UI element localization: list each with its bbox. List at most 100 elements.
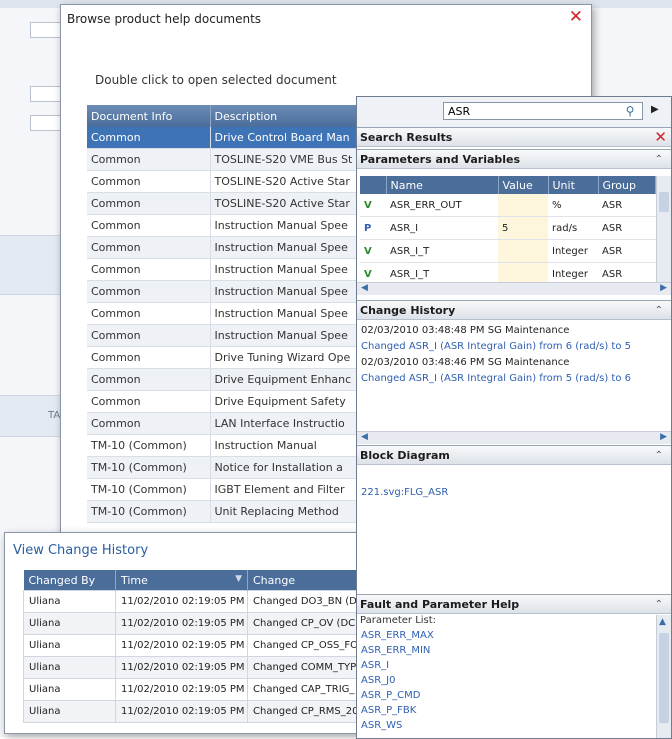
description-cell: TOSLINE-S20 VME Bus St — [210, 148, 377, 171]
parameter-list-item[interactable]: ASR_WS — [361, 720, 402, 731]
time-cell: 11/02/2010 02:19:05 PM — [115, 700, 248, 723]
document-info-cell: Common — [87, 368, 211, 391]
document-info-cell: Common — [87, 280, 211, 303]
scroll-left-icon[interactable]: ◀ — [361, 432, 368, 442]
double-chevron-up-icon[interactable]: ⌃ — [655, 150, 663, 170]
time-cell: 11/02/2010 02:19:05 PM — [115, 612, 248, 635]
scroll-up-icon[interactable]: ▲ — [659, 617, 666, 627]
search-input[interactable] — [443, 102, 643, 120]
background-tab[interactable]: TA — [48, 410, 60, 421]
parameter-value-cell[interactable] — [498, 239, 548, 263]
fault-help-header[interactable]: Fault and Parameter Help ⌃ — [357, 594, 671, 614]
description-cell: Instruction Manual Spee — [210, 324, 377, 347]
description-cell: Instruction Manual Spee — [210, 302, 377, 325]
double-chevron-up-icon[interactable]: ⌃ — [655, 595, 663, 615]
parameter-list-scrollbar[interactable]: ▲ — [656, 615, 671, 738]
change-history-header[interactable]: Change History ⌃ — [357, 300, 671, 320]
parameter-list-item[interactable]: ASR_P_CMD — [361, 690, 420, 701]
scroll-left-icon[interactable]: ◀ — [361, 283, 368, 293]
document-row[interactable]: Common Drive Control Board Man — [87, 127, 377, 149]
close-icon[interactable]: ✕ — [654, 127, 667, 147]
change-row[interactable]: Uliana 11/02/2010 02:19:05 PM Changed COMM… — [23, 656, 367, 679]
column-header-unit[interactable]: Unit — [548, 176, 599, 194]
document-row[interactable]: Common Drive Equipment Enhanc — [87, 368, 377, 391]
parameter-list-item[interactable]: ASR_P_FBK — [361, 705, 416, 716]
parameters-horizontal-scrollbar[interactable]: ◀ ▶ — [357, 282, 671, 295]
document-row[interactable]: Common Drive Equipment Safety — [87, 390, 377, 413]
scrollbar-thumb[interactable] — [659, 633, 669, 723]
change-row[interactable]: Uliana 11/02/2010 02:19:05 PM Changed CP_O… — [23, 612, 367, 635]
play-arrow-icon[interactable]: ▶ — [651, 104, 659, 115]
column-header-name[interactable]: Name — [386, 176, 499, 194]
parameter-type-cell: V — [360, 194, 386, 217]
change-row[interactable]: Uliana 11/02/2010 02:19:05 PM Changed CP_O… — [23, 634, 367, 657]
parameter-row[interactable]: P ASR_I 5 rad/s ASR — [360, 216, 656, 240]
scroll-right-icon[interactable]: ▶ — [660, 432, 667, 442]
double-chevron-up-icon[interactable]: ⌃ — [655, 301, 663, 321]
close-icon[interactable]: ✕ — [569, 9, 583, 26]
column-header-time[interactable]: Time ▼ — [115, 570, 248, 591]
dialog-hint: Double click to open selected document — [95, 73, 337, 87]
history-change-text[interactable]: Changed ASR_I (ASR Integral Gain) from 6… — [361, 341, 631, 352]
document-row[interactable]: TM-10 (Common) Notice for Installation a — [87, 456, 377, 479]
dialog-title: Browse product help documents — [67, 12, 262, 26]
document-row[interactable]: Common TOSLINE-S20 Active Star — [87, 192, 377, 215]
column-header-changed-by[interactable]: Changed By — [23, 570, 116, 591]
document-row[interactable]: Common Drive Tuning Wizard Ope — [87, 346, 377, 369]
parameter-value-cell[interactable] — [498, 194, 548, 217]
document-row[interactable]: Common Instruction Manual Spee — [87, 280, 377, 303]
column-header-value[interactable]: Value — [498, 176, 549, 194]
column-header-description[interactable]: Description — [210, 105, 377, 127]
change-cell: Changed CAP_TRIG_ — [247, 678, 367, 701]
document-row[interactable]: Common Instruction Manual Spee — [87, 214, 377, 237]
document-row[interactable]: TM-10 (Common) IGBT Element and Filter — [87, 478, 377, 501]
parameter-list-item[interactable]: ASR_J0 — [361, 675, 395, 686]
time-cell: 11/02/2010 02:19:05 PM — [115, 590, 248, 613]
document-row[interactable]: Common Instruction Manual Spee — [87, 258, 377, 281]
changed-by-cell: Uliana — [23, 634, 116, 657]
history-change-text[interactable]: Changed ASR_I (ASR Integral Gain) from 5… — [361, 373, 631, 384]
changed-by-cell: Uliana — [23, 700, 116, 723]
parameter-value-cell[interactable]: 5 — [498, 216, 548, 240]
document-info-cell: TM-10 (Common) — [87, 434, 211, 457]
document-row[interactable]: TM-10 (Common) Unit Replacing Method — [87, 500, 377, 523]
section-title: Fault and Parameter Help — [360, 598, 520, 611]
search-results-header: Search Results ✕ — [357, 127, 671, 147]
scrollbar-thumb[interactable] — [659, 192, 669, 212]
description-cell: Drive Tuning Wizard Ope — [210, 346, 377, 369]
change-row[interactable]: Uliana 11/02/2010 02:19:05 PM Changed CAP_… — [23, 678, 367, 701]
column-header-document-info[interactable]: Document Info — [87, 105, 211, 127]
document-row[interactable]: Common LAN Interface Instructio — [87, 412, 377, 435]
parameters-header[interactable]: Parameters and Variables ⌃ — [357, 149, 671, 169]
double-chevron-up-icon[interactable]: ⌃ — [655, 446, 663, 466]
parameter-row[interactable]: V ASR_ERR_OUT% ASR — [360, 194, 656, 217]
history-horizontal-scrollbar[interactable]: ◀ ▶ — [357, 431, 671, 444]
column-header-group[interactable]: Group — [598, 176, 656, 194]
parameter-list-item[interactable]: ASR_I — [361, 660, 389, 671]
parameter-name-cell: ASR_I_T — [386, 239, 498, 263]
description-cell: Instruction Manual Spee — [210, 258, 377, 281]
magnifier-icon[interactable]: ⚲ — [619, 104, 641, 118]
change-row[interactable]: Uliana 11/02/2010 02:19:05 PM Changed DO3_… — [23, 590, 367, 613]
description-cell: Instruction Manual — [210, 434, 377, 457]
document-row[interactable]: Common TOSLINE-S20 Active Star — [87, 170, 377, 193]
column-header-change[interactable]: Change — [247, 570, 367, 591]
parameters-vertical-scrollbar[interactable] — [656, 176, 671, 284]
sort-down-icon[interactable]: ▼ — [235, 574, 242, 584]
block-diagram-link[interactable]: 221.svg:FLG_ASR — [361, 487, 448, 498]
parameter-row[interactable]: V ASR_I_T Integer ASR — [360, 239, 656, 263]
change-row[interactable]: Uliana 11/02/2010 02:19:05 PM Changed CP_R… — [23, 700, 367, 723]
parameter-list-item[interactable]: ASR_ERR_MIN — [361, 645, 430, 656]
time-cell: 11/02/2010 02:19:05 PM — [115, 678, 248, 701]
document-row[interactable]: Common Instruction Manual Spee — [87, 236, 377, 259]
document-row[interactable]: Common Instruction Manual Spee — [87, 324, 377, 347]
document-row[interactable]: Common TOSLINE-S20 VME Bus St — [87, 148, 377, 171]
document-row[interactable]: TM-10 (Common) Instruction Manual — [87, 434, 377, 457]
scroll-right-icon[interactable]: ▶ — [660, 283, 667, 293]
section-title: Block Diagram — [360, 449, 450, 462]
parameter-list-item[interactable]: ASR_ERR_MAX — [361, 630, 434, 641]
document-info-cell: Common — [87, 258, 211, 281]
description-cell: Drive Equipment Safety — [210, 390, 377, 413]
block-diagram-header[interactable]: Block Diagram ⌃ — [357, 445, 671, 465]
document-row[interactable]: Common Instruction Manual Spee — [87, 302, 377, 325]
